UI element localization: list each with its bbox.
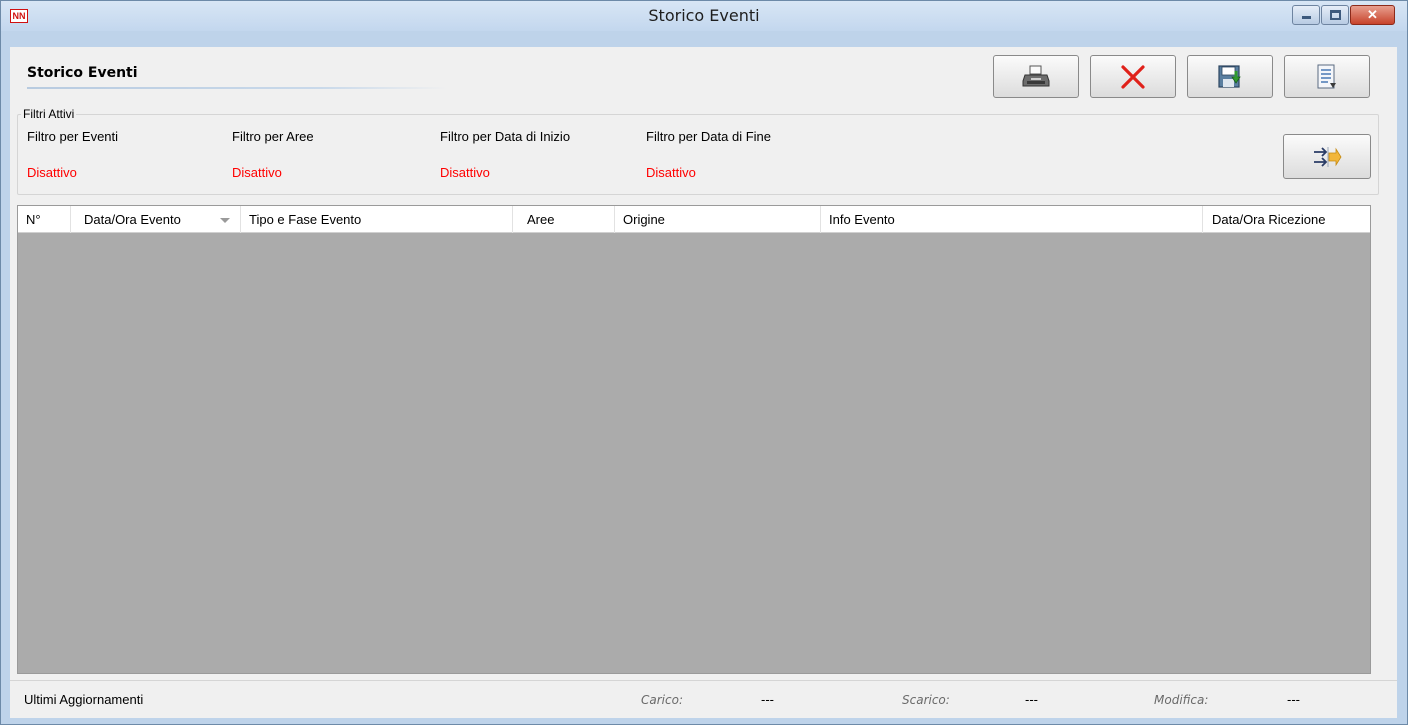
document-icon (1317, 64, 1336, 88)
page-title: Storico Eventi (27, 49, 397, 88)
close-icon: ✕ (1367, 7, 1378, 22)
status-title: Ultimi Aggiornamenti (24, 692, 144, 707)
column-header-event-info[interactable]: Info Evento (821, 206, 1203, 233)
title-underline (27, 87, 447, 89)
grid-header: N° Data/Ora Evento Tipo e Fase Evento Ar… (18, 206, 1370, 233)
red-x-icon (1121, 64, 1145, 89)
active-filters-group: Filtri Attivi Filtro per Eventi Disattiv… (17, 107, 1379, 195)
filter-areas-label: Filtro per Aree (232, 129, 314, 144)
report-button[interactable] (1284, 55, 1370, 98)
scarico-value: --- (1025, 692, 1038, 707)
title-bar[interactable]: NN Storico Eventi ✕ (1, 1, 1407, 31)
filter-events-value: Disattivo (27, 165, 77, 180)
window-title: Storico Eventi (648, 6, 760, 25)
sort-descending-icon (220, 218, 230, 223)
column-header-event-datetime-label: Data/Ora Evento (84, 212, 181, 227)
window-controls: ✕ (1291, 5, 1395, 25)
client-area: Storico Eventi Filtri Attivi Filtro per … (10, 47, 1397, 718)
scarico-label: Scarico: (902, 693, 950, 707)
filter-end-date-value: Disattivo (646, 165, 696, 180)
maximize-button[interactable] (1321, 5, 1349, 25)
filter-apply-icon (1314, 146, 1342, 167)
events-grid[interactable]: N° Data/Ora Evento Tipo e Fase Evento Ar… (17, 205, 1371, 674)
modifica-value: --- (1287, 692, 1300, 707)
printer-icon (1022, 65, 1050, 86)
filter-end-date-label: Filtro per Data di Fine (646, 129, 771, 144)
save-button[interactable] (1187, 55, 1273, 98)
maximize-icon (1330, 10, 1341, 20)
filter-apply-button[interactable] (1283, 134, 1371, 179)
save-disk-icon (1218, 64, 1241, 88)
modifica-label: Modifica: (1154, 693, 1209, 707)
carico-label: Carico: (641, 693, 683, 707)
minimize-icon (1302, 16, 1311, 19)
filter-areas-value: Disattivo (232, 165, 282, 180)
print-button[interactable] (993, 55, 1079, 98)
column-header-areas[interactable]: Aree (513, 206, 615, 233)
status-bar: Ultimi Aggiornamenti Carico: --- Scarico… (10, 680, 1397, 718)
filter-events-label: Filtro per Eventi (27, 129, 119, 144)
main-window: NN Storico Eventi ✕ Storico Eventi Filtr… (0, 0, 1408, 725)
filters-legend: Filtri Attivi (21, 107, 77, 121)
column-header-number[interactable]: N° (18, 206, 71, 233)
filter-start-date-value: Disattivo (440, 165, 490, 180)
close-button[interactable]: ✕ (1350, 5, 1395, 25)
column-header-received-datetime[interactable]: Data/Ora Ricezione (1203, 206, 1370, 233)
carico-value: --- (761, 692, 774, 707)
column-header-event-type[interactable]: Tipo e Fase Evento (241, 206, 513, 233)
column-header-origin[interactable]: Origine (615, 206, 821, 233)
column-header-event-datetime[interactable]: Data/Ora Evento (71, 206, 241, 233)
minimize-button[interactable] (1292, 5, 1320, 25)
filter-start-date-label: Filtro per Data di Inizio (440, 129, 571, 144)
delete-button[interactable] (1090, 55, 1176, 98)
